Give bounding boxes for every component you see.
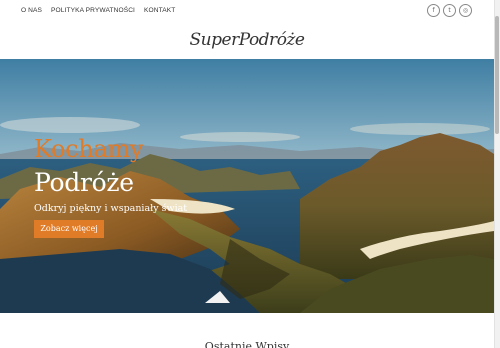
recent-posts-heading: Ostatnie Wpisy bbox=[204, 340, 290, 348]
nav-link-o-nas[interactable]: O NAS bbox=[21, 7, 42, 14]
site-logo[interactable]: SuperPodróże bbox=[190, 30, 305, 50]
nav-link-kontakt[interactable]: KONTAKT bbox=[144, 7, 175, 14]
instagram-icon[interactable]: ◎ bbox=[459, 4, 472, 17]
hero-banner: Kochamy Podróże Odkryj piękny i wspaniał… bbox=[0, 59, 494, 313]
hero-tagline: Odkryj piękny i wspaniały świat bbox=[34, 203, 188, 214]
hero-headline-line1: Kochamy bbox=[34, 135, 144, 163]
top-navigation: O NAS POLITYKA PRYWATNOŚCI KONTAKT bbox=[21, 7, 175, 14]
page-scrollbar[interactable] bbox=[494, 0, 500, 348]
facebook-icon[interactable]: f bbox=[427, 4, 440, 17]
top-bar: O NAS POLITYKA PRYWATNOŚCI KONTAKT f t ◎ bbox=[0, 0, 494, 24]
nav-link-polityka-prywatnosci[interactable]: POLITYKA PRYWATNOŚCI bbox=[51, 7, 135, 14]
social-links: f t ◎ bbox=[427, 4, 472, 17]
site-header: SuperPodróże bbox=[0, 27, 494, 57]
twitter-icon[interactable]: t bbox=[443, 4, 456, 17]
scrollbar-thumb[interactable] bbox=[495, 16, 499, 134]
see-more-button[interactable]: Zobacz więcej bbox=[34, 220, 104, 238]
hero-headline-line2: Podróże bbox=[34, 168, 134, 197]
